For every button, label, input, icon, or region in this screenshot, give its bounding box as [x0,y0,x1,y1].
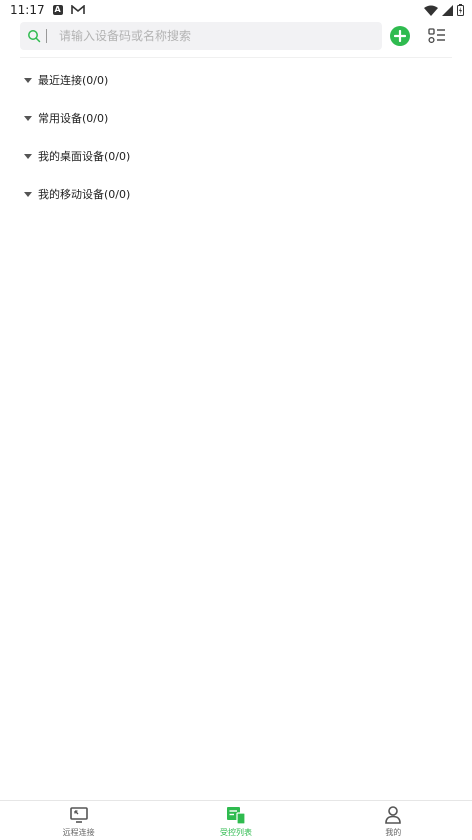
nav-label: 我的 [385,828,402,837]
search-row [20,22,460,50]
monitor-icon [69,807,88,823]
wifi-icon [424,5,438,16]
caret-down-icon [24,191,32,197]
signal-icon [442,4,453,16]
status-right [424,4,464,16]
search-icon [28,30,41,43]
caret-down-icon [24,115,32,121]
nav-remote-connect[interactable]: 远程连接 [0,801,157,840]
text-cursor [46,29,47,43]
caret-down-icon [24,153,32,159]
status-left: 11:17 A [10,3,85,17]
group-my-mobile-devices[interactable]: 我的移动设备(0/0) [24,184,130,204]
nav-label: 受控列表 [219,828,252,837]
gmail-icon [70,5,85,14]
group-recent-connections[interactable]: 最近连接(0/0) [24,70,130,90]
header-divider [20,57,452,58]
nav-controlled-list[interactable]: 受控列表 [157,801,314,840]
group-label: 最近连接(0/0) [38,74,109,87]
battery-icon [457,4,464,16]
group-label: 我的移动设备(0/0) [38,188,131,201]
notification-a-icon: A [52,5,63,15]
group-label: 常用设备(0/0) [38,112,109,125]
nav-mine[interactable]: 我的 [315,801,472,840]
status-time: 11:17 [10,3,45,17]
group-common-devices[interactable]: 常用设备(0/0) [24,108,130,128]
caret-down-icon [24,77,32,83]
add-device-button[interactable] [390,26,410,46]
plus-icon [394,30,406,42]
list-view-icon[interactable] [428,28,446,44]
search-input[interactable] [59,23,359,49]
device-group-list: 最近连接(0/0) 常用设备(0/0) 我的桌面设备(0/0) 我的移动设备(0… [24,70,130,222]
device-list-icon [226,807,246,825]
search-box[interactable] [20,22,382,50]
group-my-desktop-devices[interactable]: 我的桌面设备(0/0) [24,146,130,166]
bottom-nav: 远程连接 受控列表 我的 [0,800,472,840]
nav-label: 远程连接 [62,828,95,837]
person-icon [385,806,402,824]
group-label: 我的桌面设备(0/0) [38,150,131,163]
status-bar: 11:17 A [0,0,472,20]
